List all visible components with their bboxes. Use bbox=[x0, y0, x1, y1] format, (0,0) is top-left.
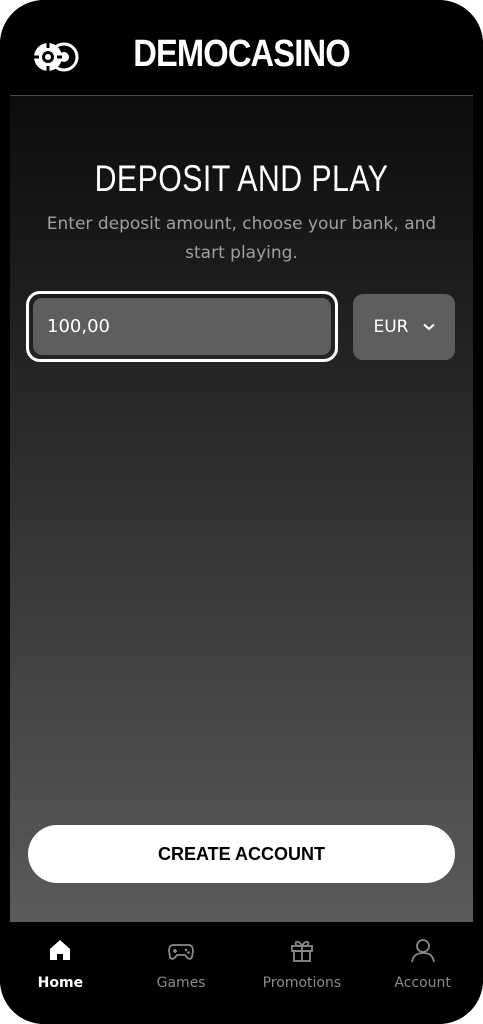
nav-item-games[interactable]: Games bbox=[121, 922, 242, 1024]
nav-label-home: Home bbox=[37, 975, 84, 991]
chevron-down-icon bbox=[422, 323, 435, 331]
user-icon bbox=[410, 939, 435, 963]
currency-value: EUR bbox=[373, 317, 409, 337]
header: DEMOCASINO bbox=[0, 0, 483, 96]
home-icon bbox=[50, 940, 71, 960]
create-account-button[interactable]: CREATE ACCOUNT bbox=[28, 825, 455, 883]
deposit-section: DEPOSIT AND PLAY Enter deposit amount, c… bbox=[10, 96, 473, 922]
nav-item-home[interactable]: Home bbox=[0, 922, 121, 1024]
gamepad-icon bbox=[168, 944, 195, 960]
amount-field-wrapper bbox=[26, 291, 338, 362]
page-subtitle: Enter deposit amount, choose your bank, … bbox=[46, 214, 437, 263]
page-title: DEPOSIT AND PLAY bbox=[94, 158, 389, 199]
gift-icon bbox=[290, 940, 313, 962]
brand-logo[interactable]: DEMOCASINO bbox=[34, 33, 449, 76]
nav-item-promotions[interactable]: Promotions bbox=[242, 922, 363, 1024]
nav-label-promotions: Promotions bbox=[262, 975, 342, 991]
nav-label-account: Account bbox=[394, 975, 451, 991]
nav-item-account[interactable]: Account bbox=[362, 922, 483, 1024]
currency-select[interactable]: EUR bbox=[353, 294, 455, 360]
nav-label-games: Games bbox=[156, 975, 206, 991]
deposit-amount-input[interactable] bbox=[33, 298, 331, 355]
app-screen: DEMOCASINO DEPOSIT AND PLAY Enter deposi… bbox=[0, 0, 483, 1024]
bottom-nav: Home Games Promotions Account bbox=[0, 922, 483, 1024]
